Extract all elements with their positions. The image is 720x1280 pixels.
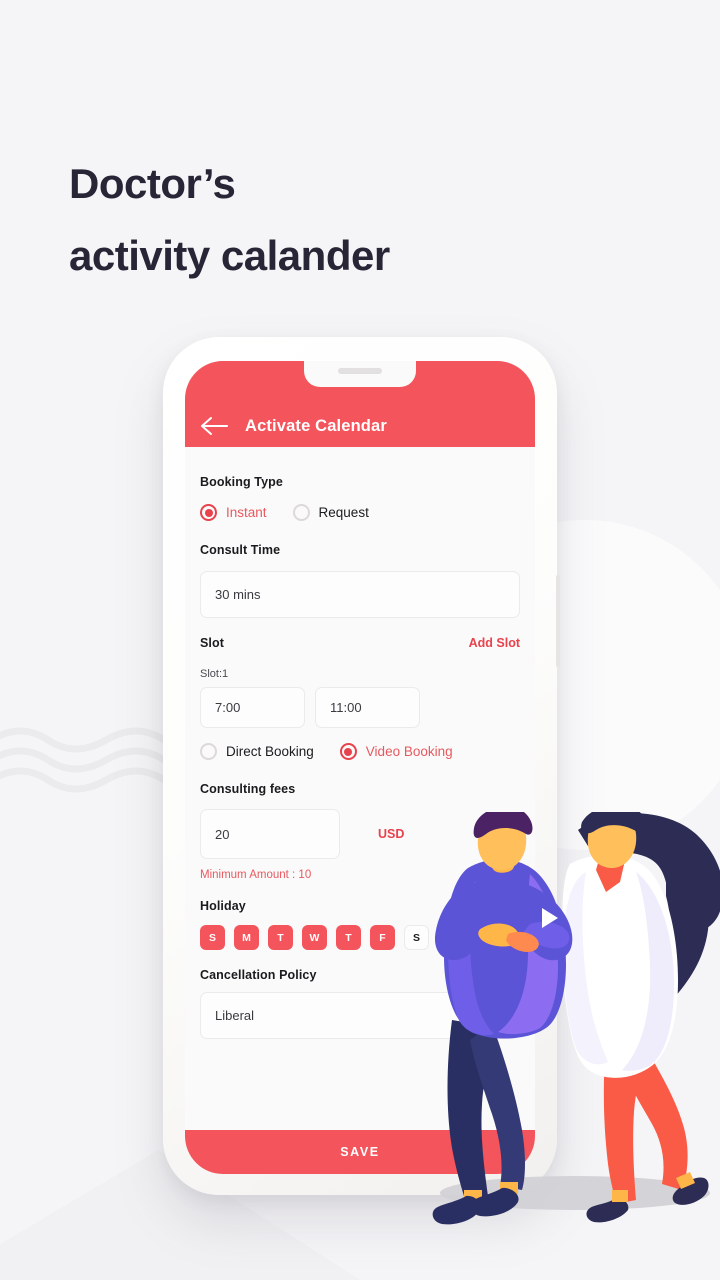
page-title-line-1: Doctor’s (69, 160, 236, 207)
illustration-woman (562, 812, 720, 1223)
booking-type-label: Booking Type (200, 475, 283, 489)
phone-side-button[interactable] (556, 575, 560, 667)
radio-direct-booking-label: Direct Booking (226, 744, 314, 759)
cancellation-policy-value: Liberal (215, 1008, 255, 1023)
slot-start-time-value: 7:00 (215, 700, 241, 715)
slot-start-time-input[interactable]: 7:00 (200, 687, 305, 728)
radio-request-icon[interactable] (292, 504, 310, 521)
radio-direct-booking-icon[interactable] (200, 743, 217, 760)
radio-video-booking-label: Video Booking (365, 744, 453, 759)
booking-type-radio-group: Instant Request (200, 504, 520, 521)
phone-speaker (338, 368, 382, 374)
consulting-fees-input[interactable]: 20 (200, 809, 340, 859)
slot-header-row: Slot Add Slot (200, 636, 520, 650)
page-title: Doctor’s activity calander (69, 148, 390, 292)
app-bar: Activate Calendar (185, 361, 535, 447)
radio-option-instant[interactable]: Instant (200, 504, 267, 521)
day-chip-friday[interactable]: F (370, 925, 395, 950)
slot-index-label: Slot:1 (200, 668, 229, 680)
day-chip-monday[interactable]: M (234, 925, 259, 950)
slot-time-row: 7:00 11:00 (200, 687, 520, 728)
radio-option-video-booking[interactable]: Video Booking (339, 743, 453, 760)
phone-notch (304, 361, 416, 387)
slot-end-time-input[interactable]: 11:00 (315, 687, 420, 728)
consult-time-input[interactable]: 30 mins (200, 571, 520, 618)
slot-label: Slot (200, 636, 225, 650)
arrow-left-icon[interactable] (200, 415, 230, 437)
consult-time-value: 30 mins (215, 587, 261, 602)
radio-instant-label: Instant (226, 505, 267, 520)
day-chip-sunday[interactable]: S (200, 925, 225, 950)
booking-mode-radio-group: Direct Booking Video Booking (200, 743, 520, 760)
radio-option-request[interactable]: Request (292, 504, 369, 521)
slot-end-time-value: 11:00 (330, 700, 362, 715)
illustration-two-people (432, 812, 720, 1225)
day-chip-tuesday[interactable]: T (268, 925, 293, 950)
add-slot-button[interactable]: Add Slot (469, 636, 520, 650)
radio-option-direct-booking[interactable]: Direct Booking (200, 743, 314, 760)
consulting-fees-value: 20 (215, 826, 230, 842)
day-chip-saturday[interactable]: S (404, 925, 429, 950)
consult-time-label: Consult Time (200, 543, 281, 557)
illustration-man (432, 812, 573, 1225)
radio-instant-icon[interactable] (200, 504, 217, 521)
currency-label: USD (378, 827, 405, 841)
app-bar-row: Activate Calendar (185, 415, 535, 437)
radio-video-booking-icon[interactable] (339, 743, 357, 760)
consulting-fees-label: Consulting fees (200, 782, 296, 796)
app-bar-title: Activate Calendar (245, 416, 387, 435)
page-title-line-2: activity calander (69, 232, 390, 279)
day-chip-wednesday[interactable]: W (302, 925, 327, 950)
day-chip-thursday[interactable]: T (336, 925, 361, 950)
radio-request-label: Request (318, 505, 369, 520)
